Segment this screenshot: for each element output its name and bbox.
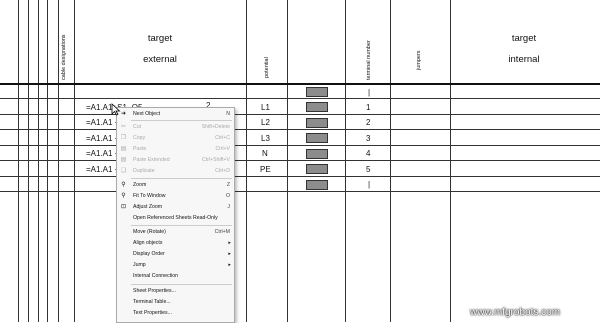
next-object-icon: ➜ bbox=[120, 111, 127, 117]
terminal-symbol[interactable] bbox=[306, 149, 328, 159]
menu-item-terminal-table[interactable]: Terminal Table... bbox=[117, 298, 234, 307]
menu-item-copy[interactable]: ❐ Copy Ctrl+C bbox=[117, 134, 234, 143]
row-terminal: 3 bbox=[366, 134, 371, 143]
menu-item-sheet-properties[interactable]: Sheet Properties... bbox=[117, 287, 234, 296]
grid-line bbox=[0, 191, 600, 192]
grid-line bbox=[58, 0, 59, 322]
grid-line bbox=[246, 0, 247, 322]
submenu-arrow-icon: ▸ bbox=[228, 262, 231, 268]
menu-item-adjust-zoom[interactable]: ⊡ Adjust Zoom J bbox=[117, 203, 234, 212]
scissors-icon: ✂ bbox=[120, 124, 127, 130]
grid-line bbox=[47, 0, 48, 322]
menu-item-move-rotate[interactable]: Move (Rotate) Ctrl+M bbox=[117, 228, 234, 237]
header-internal: internal bbox=[508, 54, 540, 65]
terminal-symbol[interactable] bbox=[306, 164, 328, 174]
paste-extended-icon: ▤ bbox=[120, 157, 127, 163]
terminal-number: | bbox=[368, 180, 371, 189]
mouse-cursor-icon bbox=[111, 103, 121, 121]
row-terminal: 5 bbox=[366, 165, 371, 174]
grid-line bbox=[450, 0, 451, 322]
terminal-number: | bbox=[368, 88, 371, 97]
grid-line bbox=[0, 145, 600, 146]
paste-icon: ▤ bbox=[120, 146, 127, 152]
header-cable-designations: cable designations bbox=[61, 34, 67, 80]
row-terminal: 4 bbox=[366, 149, 371, 158]
terminal-symbol[interactable] bbox=[306, 133, 328, 143]
submenu-arrow-icon: ▸ bbox=[228, 251, 231, 257]
terminal-symbol[interactable] bbox=[306, 102, 328, 112]
row-potential: L1 bbox=[261, 103, 270, 112]
grid-line bbox=[0, 160, 600, 161]
menu-item-align-objects[interactable]: Align objects ▸ bbox=[117, 239, 234, 248]
header-potential: potential bbox=[264, 57, 270, 78]
header-terminal-number: terminal number bbox=[366, 40, 372, 80]
menu-item-paste-extended[interactable]: ▤ Paste Extended Ctrl+Shift+V bbox=[117, 156, 234, 165]
header-target: target bbox=[147, 33, 173, 44]
context-menu: ➜ Next Object N ✂ Cut Shift+Delete ❐ Copy Ctrl… bbox=[116, 107, 235, 323]
menu-item-zoom[interactable]: ⚲ Zoom Z bbox=[117, 181, 234, 190]
menu-item-internal-connection[interactable]: Internal Connection bbox=[117, 272, 234, 281]
adjust-zoom-icon: ⊡ bbox=[120, 204, 127, 210]
terminal-symbol[interactable] bbox=[306, 180, 328, 190]
menu-separator bbox=[131, 284, 232, 285]
zoom-icon: ⚲ bbox=[121, 182, 126, 188]
menu-item-cut[interactable]: ✂ Cut Shift+Delete bbox=[117, 123, 234, 132]
grid-line bbox=[0, 129, 600, 130]
menu-separator bbox=[131, 225, 232, 226]
menu-item-display-order[interactable]: Display Order ▸ bbox=[117, 250, 234, 259]
grid-line bbox=[28, 0, 29, 322]
row-potential: N bbox=[262, 149, 268, 158]
header-jumpers: jumpers bbox=[416, 50, 422, 70]
duplicate-icon: ❏ bbox=[120, 168, 127, 174]
menu-separator bbox=[131, 120, 232, 121]
menu-separator bbox=[131, 178, 232, 179]
terminal-symbol[interactable] bbox=[306, 87, 328, 97]
grid-line bbox=[18, 0, 19, 322]
fit-window-icon: ⚲ bbox=[121, 193, 126, 199]
header-external: external bbox=[143, 54, 177, 65]
menu-item-duplicate[interactable]: ❏ Duplicate Ctrl+D bbox=[117, 167, 234, 176]
terminal-symbol[interactable] bbox=[306, 118, 328, 128]
grid-line bbox=[0, 114, 600, 115]
copy-icon: ❐ bbox=[120, 135, 127, 141]
row-terminal: 2 bbox=[366, 118, 371, 127]
row-terminal: 1 bbox=[366, 103, 371, 112]
row-potential: PE bbox=[260, 165, 271, 174]
menu-item-fit-to-window[interactable]: ⚲ Fit To Window O bbox=[117, 192, 234, 201]
grid-line bbox=[345, 0, 346, 322]
row-potential: L3 bbox=[261, 134, 270, 143]
menu-item-jump[interactable]: Jump ▸ bbox=[117, 261, 234, 270]
grid-line bbox=[390, 0, 391, 322]
menu-item-open-referenced-sheets[interactable]: Open Referenced Sheets Read-Only bbox=[117, 214, 234, 223]
watermark: www.mfgrobots.com bbox=[470, 307, 561, 318]
header-rule bbox=[0, 83, 600, 85]
grid-line bbox=[38, 0, 39, 322]
grid-line bbox=[287, 0, 288, 322]
submenu-arrow-icon: ▸ bbox=[228, 240, 231, 246]
row-potential: L2 bbox=[261, 118, 270, 127]
menu-item-paste[interactable]: ▤ Paste Ctrl+V bbox=[117, 145, 234, 154]
grid-line bbox=[0, 98, 600, 99]
header-target-internal: target bbox=[511, 33, 537, 44]
grid-line bbox=[74, 0, 75, 322]
grid-line bbox=[0, 176, 600, 177]
menu-item-next-object[interactable]: ➜ Next Object N bbox=[117, 110, 234, 119]
menu-item-text-properties[interactable]: Text Properties... bbox=[117, 309, 234, 318]
